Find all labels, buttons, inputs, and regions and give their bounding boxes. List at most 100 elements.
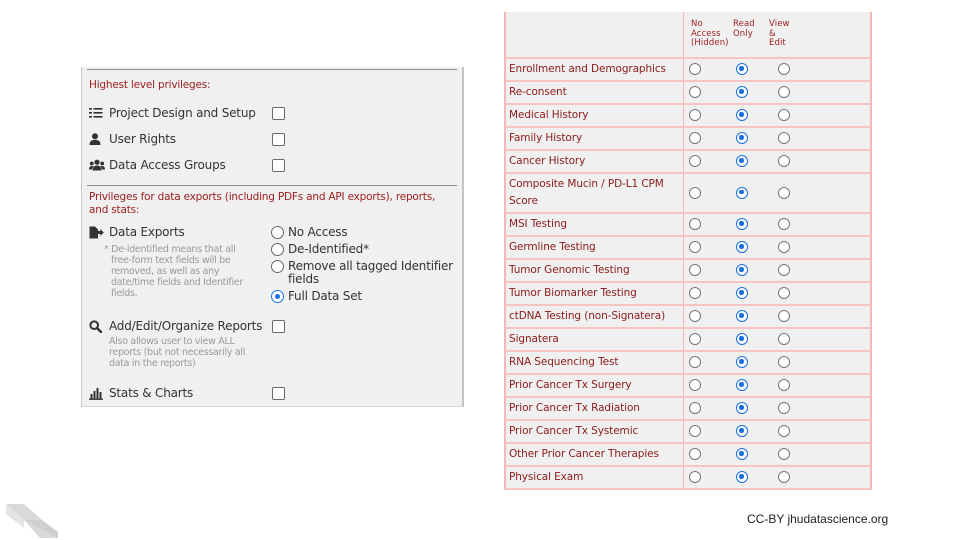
- form-name: Prior Cancer Tx Systemic: [509, 425, 639, 437]
- read-only-radio[interactable]: [736, 155, 748, 167]
- radio-button[interactable]: [271, 243, 284, 256]
- form-name: Tumor Genomic Testing: [509, 264, 630, 276]
- radio-button-selected[interactable]: [271, 290, 284, 303]
- row-divider: [506, 149, 870, 151]
- read-only-radio[interactable]: [736, 310, 748, 322]
- no-access-radio[interactable]: [689, 333, 701, 345]
- privilege-label: Stats & Charts: [109, 386, 194, 400]
- row-divider: [506, 235, 870, 237]
- row-divider: [506, 396, 870, 398]
- row-divider: [506, 212, 870, 214]
- users-group-icon: [89, 158, 105, 172]
- view-edit-radio[interactable]: [778, 132, 790, 144]
- read-only-radio[interactable]: [736, 402, 748, 414]
- user-icon: [89, 132, 105, 146]
- no-access-radio[interactable]: [689, 132, 701, 144]
- no-access-radio[interactable]: [689, 186, 701, 199]
- stats-charts-checkbox[interactable]: [272, 387, 285, 400]
- row-divider: [506, 419, 870, 421]
- form-name: ctDNA Testing (non-Signatera): [509, 310, 666, 322]
- view-edit-radio[interactable]: [778, 218, 790, 230]
- user-rights-checkbox[interactable]: [272, 133, 285, 146]
- read-only-radio[interactable]: [736, 109, 748, 121]
- read-only-radio[interactable]: [736, 186, 748, 199]
- no-access-radio[interactable]: [689, 448, 701, 460]
- view-edit-radio[interactable]: [778, 425, 790, 437]
- read-only-radio[interactable]: [736, 63, 748, 75]
- row-divider: [506, 488, 870, 490]
- reports-checkbox[interactable]: [272, 320, 285, 333]
- project-design-checkbox[interactable]: [272, 107, 285, 120]
- radio-button[interactable]: [271, 226, 284, 239]
- view-edit-radio[interactable]: [778, 86, 790, 98]
- view-edit-radio[interactable]: [778, 186, 790, 199]
- view-edit-radio[interactable]: [778, 379, 790, 391]
- form-name: Prior Cancer Tx Surgery: [509, 379, 632, 391]
- row-divider: [506, 373, 870, 375]
- view-edit-radio[interactable]: [778, 356, 790, 368]
- data-access-groups-checkbox[interactable]: [272, 159, 285, 172]
- export-option-de-identified[interactable]: De-Identified*: [271, 243, 369, 256]
- read-only-radio[interactable]: [736, 264, 748, 276]
- read-only-radio[interactable]: [736, 333, 748, 345]
- note-line: removed, as well as any: [111, 266, 220, 277]
- export-option-remove-identifiers[interactable]: Remove all tagged Identifier fields: [271, 260, 453, 286]
- export-option-full-data-set[interactable]: Full Data Set: [271, 290, 362, 303]
- no-access-radio[interactable]: [689, 264, 701, 276]
- no-access-radio[interactable]: [689, 471, 701, 483]
- export-option-no-access[interactable]: No Access: [271, 225, 348, 239]
- view-edit-radio[interactable]: [778, 241, 790, 253]
- read-only-radio[interactable]: [736, 218, 748, 230]
- form-name: Medical History: [509, 109, 589, 121]
- no-access-radio[interactable]: [689, 218, 701, 230]
- view-edit-radio[interactable]: [778, 155, 790, 167]
- view-edit-radio[interactable]: [778, 448, 790, 460]
- read-only-radio[interactable]: [736, 356, 748, 368]
- no-access-radio[interactable]: [689, 63, 701, 75]
- form-rights-table: No Access (Hidden) Read Only View & Edit…: [504, 12, 872, 490]
- privilege-reports: Add/Edit/Organize Reports: [89, 317, 262, 335]
- row-divider: [506, 327, 870, 329]
- no-access-radio[interactable]: [689, 109, 701, 121]
- read-only-radio[interactable]: [736, 241, 748, 253]
- no-access-radio[interactable]: [689, 310, 701, 322]
- read-only-radio[interactable]: [736, 287, 748, 299]
- no-access-radio[interactable]: [689, 86, 701, 98]
- note-line: reports (but not necessarily all: [109, 347, 246, 358]
- read-only-radio[interactable]: [736, 471, 748, 483]
- radio-button[interactable]: [271, 260, 284, 273]
- no-access-radio[interactable]: [689, 241, 701, 253]
- no-access-radio[interactable]: [689, 379, 701, 391]
- view-edit-radio[interactable]: [778, 333, 790, 345]
- read-only-radio[interactable]: [736, 86, 748, 98]
- no-access-radio[interactable]: [689, 287, 701, 299]
- view-edit-radio[interactable]: [778, 109, 790, 121]
- view-edit-radio[interactable]: [778, 402, 790, 414]
- divider: [87, 69, 457, 70]
- no-access-radio[interactable]: [689, 402, 701, 414]
- view-edit-radio[interactable]: [778, 264, 790, 276]
- privilege-label: Data Access Groups: [109, 158, 226, 172]
- view-edit-radio[interactable]: [778, 310, 790, 322]
- read-only-radio[interactable]: [736, 448, 748, 460]
- note-line: data in the reports): [109, 358, 196, 369]
- no-access-radio[interactable]: [689, 356, 701, 368]
- form-name: Family History: [509, 132, 583, 144]
- divider: [87, 185, 457, 186]
- read-only-radio[interactable]: [736, 132, 748, 144]
- no-access-radio[interactable]: [689, 425, 701, 437]
- view-edit-radio[interactable]: [778, 63, 790, 75]
- section-heading-export-privileges: Privileges for data exports (including P…: [89, 191, 435, 217]
- form-name: Signatera: [509, 333, 559, 345]
- view-edit-radio[interactable]: [778, 471, 790, 483]
- file-export-icon: [89, 225, 105, 239]
- privilege-user-rights: User Rights: [89, 130, 176, 148]
- note-line: fields.: [111, 288, 138, 299]
- read-only-radio[interactable]: [736, 425, 748, 437]
- row-divider: [506, 442, 870, 444]
- read-only-radio[interactable]: [736, 379, 748, 391]
- de-identified-note: * De-identified means that all free-form…: [104, 244, 243, 299]
- view-edit-radio[interactable]: [778, 287, 790, 299]
- option-label: No Access: [288, 225, 348, 239]
- no-access-radio[interactable]: [689, 155, 701, 167]
